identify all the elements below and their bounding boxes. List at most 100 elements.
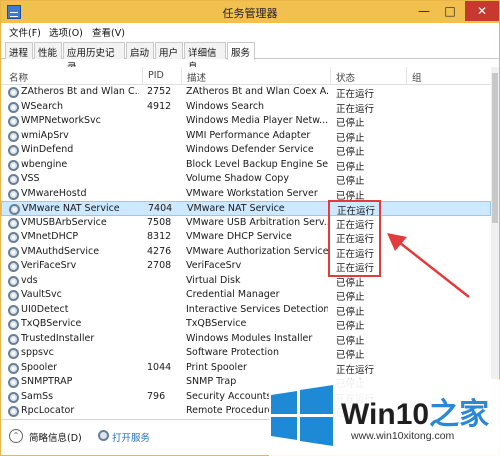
service-description: VMware DHCP Service xyxy=(186,231,292,242)
service-name: WinDefend xyxy=(21,144,74,155)
service-name: VMUSBArbService xyxy=(21,216,107,228)
column-header: 名称 PID 描述 状态 组 xyxy=(1,67,491,85)
table-row[interactable]: WMPNetworkSvc Windows Media Player Netw..… xyxy=(1,114,491,129)
service-status: 已停止 xyxy=(336,176,365,187)
column-status[interactable]: 状态 xyxy=(336,70,355,84)
tab-app-history[interactable]: 应用历史记录 xyxy=(63,42,125,73)
service-gear-icon xyxy=(8,348,19,359)
task-manager-window: 任务管理器 — □ ✕ 文件(F) 选项(O) 查看(V) 进程 性能 应用历史… xyxy=(0,0,500,456)
service-gear-icon xyxy=(8,261,19,272)
tab-processes[interactable]: 进程 xyxy=(5,42,33,59)
table-row[interactable]: WinDefend Windows Defender Service 已停止 xyxy=(1,143,491,158)
service-description: Virtual Disk xyxy=(186,274,241,286)
windows-logo-icon xyxy=(271,385,333,446)
table-row[interactable]: WSearch 4912 Windows Search 正在运行 xyxy=(1,100,491,115)
service-name: VMAuthdService xyxy=(21,245,100,257)
service-name: RpcLocator xyxy=(21,405,75,416)
service-status: 已停止 xyxy=(336,161,365,173)
annotation-arrow-icon xyxy=(387,233,470,298)
service-name: VeriFaceSrv xyxy=(21,260,77,271)
services-gear-icon xyxy=(98,430,109,441)
service-description: VMware Authorization Service xyxy=(186,245,328,257)
service-description: VMware Workstation Server xyxy=(186,187,318,199)
column-pid[interactable]: PID xyxy=(148,70,164,81)
service-gear-icon xyxy=(8,304,19,316)
column-group[interactable]: 组 xyxy=(412,70,422,84)
service-name: UI0Detect xyxy=(21,303,69,315)
menu-options[interactable]: 选项(O) xyxy=(49,25,83,39)
table-row[interactable]: TrustedInstaller Windows Modules Installe… xyxy=(1,332,491,347)
service-name: VSS xyxy=(21,173,40,184)
service-status: 已停止 xyxy=(336,147,365,158)
watermark-logo: Win10之家 www.win10xitong.com xyxy=(269,379,500,456)
column-divider[interactable] xyxy=(181,67,182,85)
scrollbar-thumb[interactable] xyxy=(492,73,498,223)
service-status: 已停止 xyxy=(336,321,365,332)
menu-view[interactable]: 查看(V) xyxy=(92,25,125,39)
tab-services[interactable]: 服务 xyxy=(227,42,255,60)
table-row[interactable]: TxQBService TxQBService 已停止 xyxy=(1,317,491,332)
service-gear-icon xyxy=(8,145,19,156)
service-description: Interactive Services Detection xyxy=(186,303,328,315)
tab-details[interactable]: 详细信息 xyxy=(184,42,226,73)
service-description: ZAtheros Bt and Wlan Coex A... xyxy=(186,86,328,97)
column-name[interactable]: 名称 xyxy=(9,70,28,84)
service-pid: 8312 xyxy=(147,231,172,242)
service-gear-icon xyxy=(8,116,19,127)
service-status: 已停止 xyxy=(336,118,365,129)
service-status: 正在运行 xyxy=(336,89,375,100)
service-gear-icon xyxy=(8,333,19,345)
service-gear-icon xyxy=(8,246,19,258)
service-name: sppsvc xyxy=(21,347,54,358)
table-row-selected[interactable]: VMware NAT Service 7404 VMware NAT Service… xyxy=(1,201,491,217)
column-description[interactable]: 描述 xyxy=(187,70,206,84)
table-row[interactable]: VMwareHostd VMware Workstation Server 已停止 xyxy=(1,187,491,202)
menu-file[interactable]: 文件(F) xyxy=(9,25,41,39)
service-description: Print Spooler xyxy=(186,361,247,373)
service-pid: 4276 xyxy=(147,245,172,257)
service-name: wbengine xyxy=(21,158,68,170)
service-gear-icon xyxy=(8,362,19,374)
table-row[interactable]: wmiApSrv WMI Performance Adapter 已停止 xyxy=(1,129,491,144)
service-description: Credential Manager xyxy=(186,289,280,300)
service-description: TxQBService xyxy=(186,318,247,329)
service-gear-icon xyxy=(8,391,19,403)
table-row[interactable]: sppsvc Software Protection 已停止 xyxy=(1,346,491,361)
service-gear-icon xyxy=(8,174,19,185)
watermark-brand: Win10之家 xyxy=(341,389,489,433)
service-status: 正在运行 xyxy=(336,103,375,115)
service-pid: 4912 xyxy=(147,100,172,112)
service-description: Software Protection xyxy=(186,347,279,358)
service-gear-icon xyxy=(8,290,19,301)
minimize-button[interactable]: — xyxy=(411,1,437,21)
column-divider[interactable] xyxy=(142,67,143,85)
service-name: WMPNetworkSvc xyxy=(21,115,101,126)
service-gear-icon xyxy=(8,130,19,142)
service-name: VaultSvc xyxy=(21,289,62,300)
service-gear-icon xyxy=(8,159,19,171)
service-description: WMI Performance Adapter xyxy=(186,129,311,141)
open-services-link[interactable]: 打开服务 xyxy=(112,430,150,444)
service-gear-icon xyxy=(8,101,19,113)
table-row[interactable]: Spooler 1044 Print Spooler 正在运行 xyxy=(1,361,491,376)
service-description: VMware USB Arbitration Serv... xyxy=(186,216,328,228)
tab-performance[interactable]: 性能 xyxy=(34,42,62,59)
maximize-button[interactable]: □ xyxy=(437,1,463,21)
service-pid: 1044 xyxy=(147,361,172,373)
service-name: VMnetDHCP xyxy=(21,231,79,242)
close-button[interactable]: ✕ xyxy=(465,1,499,21)
tab-users[interactable]: 用户 xyxy=(155,42,183,59)
service-pid: 7508 xyxy=(147,216,172,228)
service-name: VMwareHostd xyxy=(21,187,87,199)
table-row[interactable]: wbengine Block Level Backup Engine Se... 已… xyxy=(1,158,491,173)
column-divider[interactable] xyxy=(330,67,331,85)
tab-startup[interactable]: 启动 xyxy=(126,42,154,59)
table-row[interactable]: VSS Volume Shadow Copy 已停止 xyxy=(1,172,491,187)
service-pid: 2708 xyxy=(147,260,172,271)
chevron-up-icon[interactable]: ⌃ xyxy=(9,429,23,443)
service-name: TrustedInstaller xyxy=(21,332,95,344)
fewer-details-button[interactable]: 简略信息(D) xyxy=(29,430,82,444)
table-row[interactable]: ZAtheros Bt and Wlan C... 2752 ZAtheros Bt… xyxy=(1,85,491,100)
service-pid: 7404 xyxy=(148,203,173,214)
column-divider[interactable] xyxy=(406,67,407,85)
